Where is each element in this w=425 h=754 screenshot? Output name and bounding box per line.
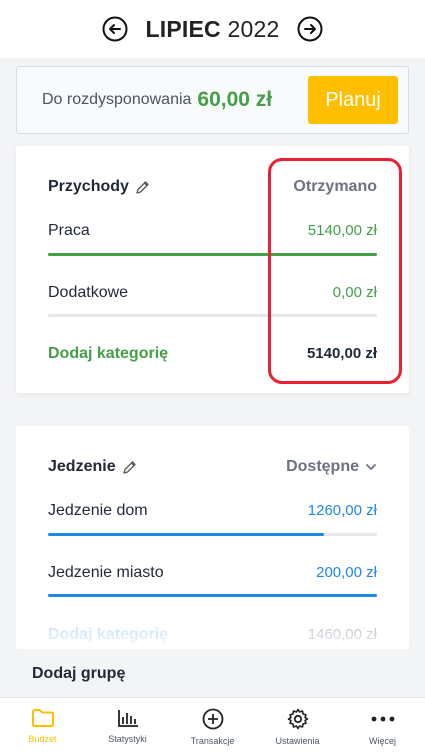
income-group-card: Przychody Otrzymano Praca 5140,00 zł Dod… [16,146,409,393]
to-allocate-panel: Do rozdysponowania 60,00 zł Planuj [16,66,409,134]
category-name-dodatkowe[interactable]: Dodatkowe [48,284,128,302]
progress-bar-jedzenie-dom [48,533,377,536]
nav-settings[interactable]: Ustawienia [255,698,340,754]
food-group-header[interactable]: Jedzenie [48,458,137,476]
month-header: LIPIEC 2022 [0,0,425,58]
bar-chart-icon [117,710,138,727]
progress-bar-praca [48,253,377,256]
income-group-title: Przychody [48,178,129,195]
year: 2022 [227,15,280,42]
income-group-header[interactable]: Przychody [48,178,150,196]
next-month-button[interactable] [297,16,323,42]
category-name-jedzenie-dom[interactable]: Jedzenie dom [48,502,148,520]
more-dots-icon [371,716,394,722]
to-allocate-amount: 60,00 zł [197,88,273,111]
prev-month-button[interactable] [102,16,128,42]
nav-transactions[interactable]: Transakcje [170,698,255,754]
food-group-card: Jedzenie Dostępne Jedzenie dom 1260,00 z… [16,426,409,649]
pencil-icon[interactable] [122,460,137,475]
nav-label: Transakcje [190,736,235,746]
category-value-jedzenie-miasto[interactable]: 200,00 zł [316,564,377,581]
received-column-header[interactable]: Otrzymano [293,178,377,196]
category-name-jedzenie-miasto[interactable]: Jedzenie miasto [48,564,164,582]
category-value-jedzenie-dom[interactable]: 1260,00 zł [308,502,377,519]
bottom-navigation: Budżet Statystyki Transakcje Ustawienia … [0,697,425,754]
nav-label: Więcej [368,736,396,746]
nav-more[interactable]: Więcej [340,698,425,754]
add-category-button[interactable]: Dodaj kategorię [48,626,168,644]
folder-icon [31,709,54,727]
income-total: 5140,00 zł [306,345,377,362]
chevron-down-icon [366,464,376,470]
progress-fill [48,253,377,256]
category-value-dodatkowe[interactable]: 0,00 zł [333,284,377,301]
add-group-button[interactable]: Dodaj grupę [32,665,125,683]
plan-button[interactable]: Planuj [308,76,398,124]
add-category-button[interactable]: Dodaj kategorię [48,345,168,363]
to-allocate-label: Do rozdysponowania [42,91,192,108]
progress-bar-dodatkowe [48,314,377,317]
food-total: 1460,00 zł [307,626,377,643]
arrow-right-circle-icon [297,16,323,42]
category-value-praca[interactable]: 5140,00 zł [308,222,377,239]
food-group-title: Jedzenie [48,458,116,475]
arrow-left-circle-icon [102,16,128,42]
category-name-praca[interactable]: Praca [48,222,90,240]
progress-fill [48,594,377,597]
month-name: LIPIEC [145,15,221,42]
available-column-dropdown[interactable]: Dostępne [286,458,377,476]
available-column-label: Dostępne [286,458,359,475]
progress-bar-jedzenie-miasto [48,594,377,597]
gear-icon [287,708,308,730]
nav-statistics[interactable]: Statystyki [85,698,170,754]
month-title: LIPIEC 2022 [146,16,280,43]
nav-label: Statystyki [108,734,147,744]
nav-label: Ustawienia [275,736,320,746]
nav-label: Budżet [28,734,57,744]
pencil-icon[interactable] [135,180,150,195]
progress-fill [48,533,325,536]
plus-circle-icon [202,708,223,730]
nav-budget[interactable]: Budżet [0,698,85,754]
